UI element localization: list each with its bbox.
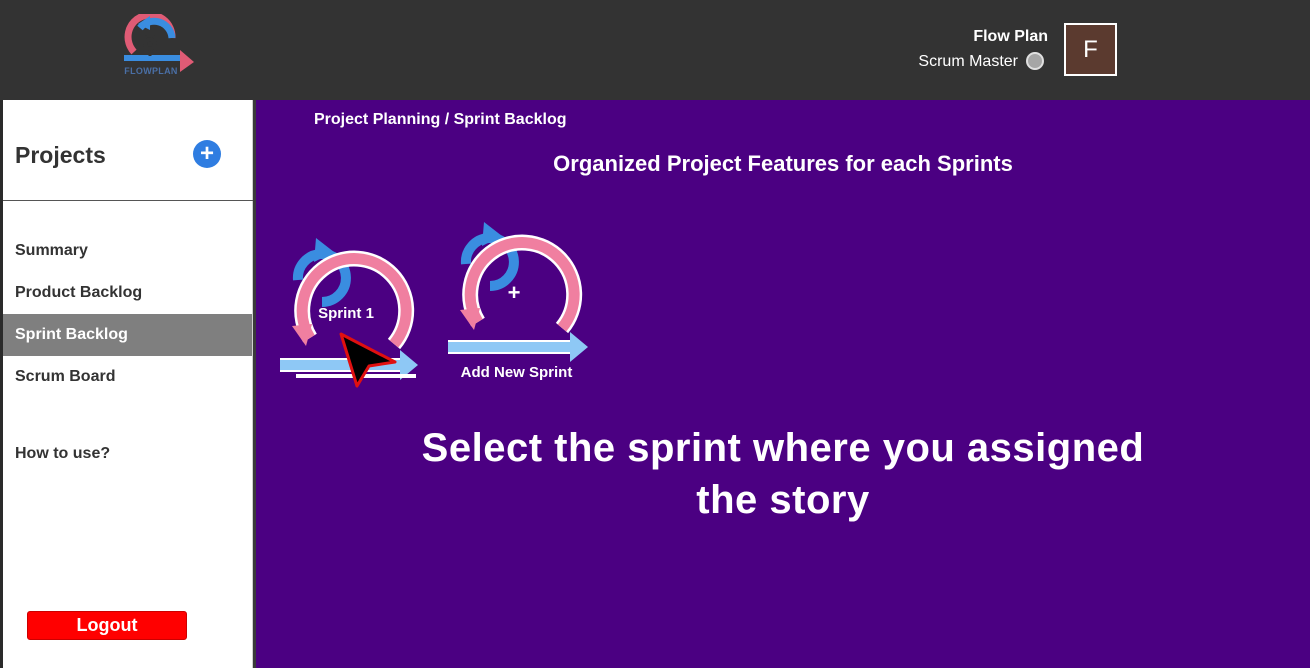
sidebar-item-product-backlog[interactable]: Product Backlog: [3, 272, 252, 314]
instruction-caption: Select the sprint where you assigned the…: [256, 422, 1310, 526]
sidebar: Projects + Summary Product Backlog Sprin…: [3, 100, 253, 668]
sidebar-item-how-to-use[interactable]: How to use?: [3, 433, 252, 475]
mouse-cursor-icon: [339, 332, 397, 388]
sidebar-item-scrum-board[interactable]: Scrum Board: [3, 356, 252, 398]
plus-icon: +: [507, 280, 521, 305]
projects-heading: Projects: [15, 142, 106, 168]
logo-text: FLOWPLAN: [124, 66, 178, 76]
avatar[interactable]: F: [1064, 23, 1117, 76]
logout-button[interactable]: Logout: [27, 611, 187, 640]
flowplan-logo[interactable]: FLOWPLAN: [120, 11, 198, 80]
add-project-button[interactable]: +: [193, 140, 221, 168]
add-new-sprint-button[interactable]: + Add New Sprint: [444, 222, 594, 384]
sidebar-item-summary[interactable]: Summary: [3, 230, 252, 272]
sidebar-item-sprint-backlog[interactable]: Sprint Backlog: [3, 314, 252, 356]
add-sprint-label: Add New Sprint: [460, 364, 573, 381]
app-header: FLOWPLAN Flow Plan Scrum Master F: [0, 0, 1310, 100]
user-name: Flow Plan: [973, 28, 1048, 45]
page-title: Organized Project Features for each Spri…: [553, 151, 1013, 176]
status-indicator: [1026, 52, 1044, 70]
breadcrumb: Project Planning / Sprint Backlog: [314, 111, 567, 128]
caption-line-2: the story: [696, 478, 870, 522]
user-role: Scrum Master: [918, 53, 1018, 70]
sprint-label: Sprint 1: [318, 305, 374, 322]
main-content: Project Planning / Sprint Backlog Organi…: [256, 100, 1310, 668]
caption-line-1: Select the sprint where you assigned: [421, 426, 1145, 470]
sidebar-divider: [3, 200, 253, 201]
